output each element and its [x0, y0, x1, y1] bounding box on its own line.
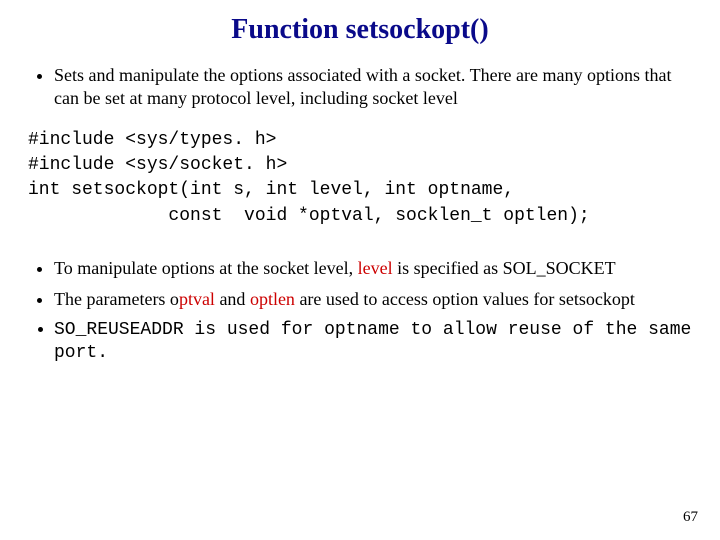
bullet-4: SO_REUSEADDR is used for optname to allo… — [54, 319, 692, 365]
bullet-list-2: To manipulate options at the socket leve… — [28, 257, 692, 365]
bullet-1: Sets and manipulate the options associat… — [54, 64, 692, 110]
keyword-optlen: optlen — [250, 289, 295, 309]
slide: Function setsockopt() Sets and manipulat… — [0, 0, 720, 540]
bullet-list-1: Sets and manipulate the options associat… — [28, 64, 692, 110]
text: The parameters o — [54, 289, 179, 309]
code-block: #include <sys/types. h> #include <sys/so… — [28, 128, 692, 229]
text: To manipulate options at the socket leve… — [54, 258, 358, 278]
text: is used for — [184, 320, 324, 340]
text: SO_REUSEADDR — [54, 320, 184, 340]
bullet-2: To manipulate options at the socket leve… — [54, 257, 692, 280]
slide-title: Function setsockopt() — [28, 14, 692, 46]
keyword-level: level — [358, 258, 393, 278]
text: and — [215, 289, 250, 309]
text: is specified as SOL_SOCKET — [393, 258, 616, 278]
text: are used to access option values for set… — [295, 289, 635, 309]
keyword-ptval: ptval — [179, 289, 215, 309]
page-number: 67 — [683, 509, 698, 526]
text: optname — [324, 320, 400, 340]
bullet-3: The parameters optval and optlen are use… — [54, 288, 692, 311]
